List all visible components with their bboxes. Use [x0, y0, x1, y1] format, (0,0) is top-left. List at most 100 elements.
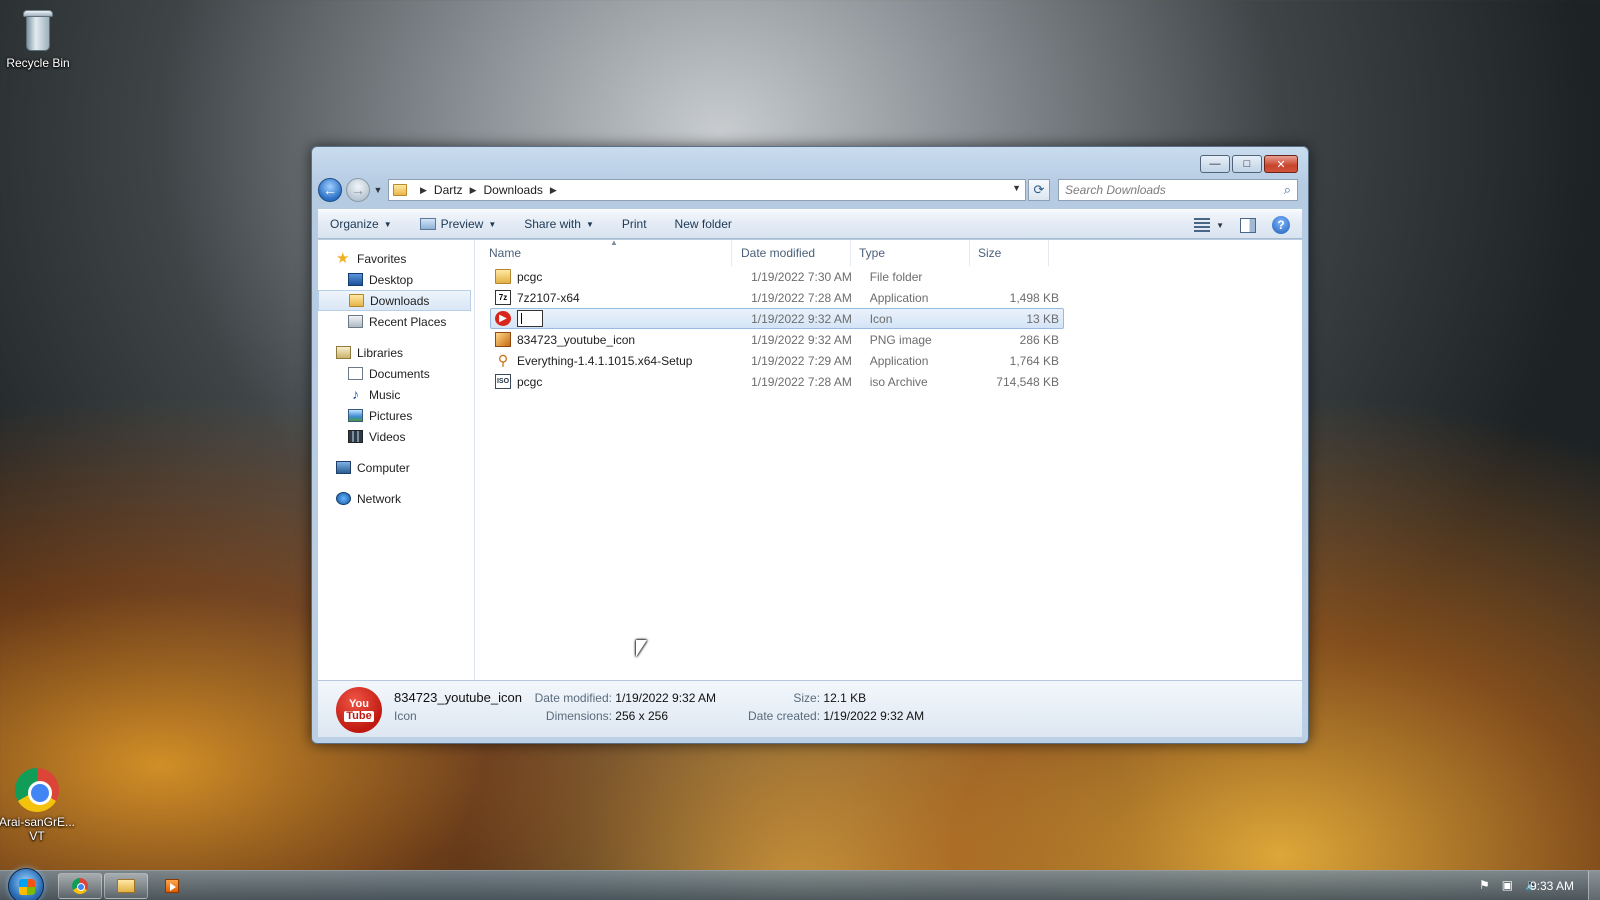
nav-documents[interactable]: Documents — [318, 363, 474, 384]
back-button[interactable]: ← — [318, 178, 342, 202]
file-date: 1/19/2022 9:32 AM — [751, 311, 852, 326]
details-view-icon — [1194, 218, 1211, 232]
network-icon — [336, 492, 351, 505]
close-button[interactable]: ✕ — [1264, 155, 1298, 173]
nav-downloads[interactable]: Downloads — [318, 290, 471, 311]
minimize-button[interactable]: — — [1200, 155, 1230, 173]
preview-pane-icon[interactable] — [1240, 217, 1256, 233]
nav-recent-places[interactable]: Recent Places — [318, 311, 474, 332]
chevron-right-icon[interactable]: ▶ — [420, 185, 427, 196]
file-date: 1/19/2022 7:29 AM — [751, 353, 852, 368]
file-row[interactable]: pcgc 1/19/2022 7:30 AM File folder — [490, 266, 1064, 287]
desktop-icon-recycle-bin[interactable]: Recycle Bin — [0, 10, 78, 70]
file-date: 1/19/2022 9:32 AM — [751, 332, 852, 347]
file-name: pcgc — [517, 374, 543, 389]
everything-search-icon: ⚲ — [497, 352, 509, 368]
share-with-label: Share with — [524, 217, 581, 231]
taskbar-chrome-button[interactable] — [58, 873, 102, 899]
column-header-name[interactable]: Name — [475, 240, 732, 266]
file-row[interactable]: ⚲ Everything-1.4.1.1015.x64-Setup 1/19/20… — [490, 350, 1064, 371]
nav-label: Recent Places — [369, 314, 447, 329]
forward-button[interactable]: → — [346, 178, 370, 202]
file-date: 1/19/2022 7:30 AM — [751, 269, 852, 284]
breadcrumb-dartz[interactable]: Dartz — [434, 183, 463, 197]
column-header-date-modified[interactable]: Date modified — [732, 240, 851, 266]
taskbar: ⚑ ▣ 🔈 9:33 AM — [0, 868, 1600, 900]
column-header-size[interactable]: Size — [970, 240, 1049, 266]
chevron-right-icon[interactable]: ▶ — [550, 185, 557, 196]
documents-icon — [348, 367, 363, 380]
show-desktop-button[interactable] — [1588, 871, 1600, 900]
file-list: Name ▲ Date modified Type Size pcgc 1/19… — [475, 238, 1302, 680]
nav-label: Downloads — [370, 293, 430, 308]
print-button[interactable]: Print — [622, 217, 647, 231]
desktop-icon-chrome-shortcut[interactable]: Arai-sanGrE... VT — [0, 768, 77, 843]
chevron-down-icon: ▼ — [585, 219, 594, 229]
pictures-icon — [348, 409, 363, 422]
file-type: iso Archive — [869, 374, 928, 389]
preview-button[interactable]: Preview ▼ — [419, 217, 497, 231]
address-bar[interactable]: ▶ Dartz ▶ Downloads ▶ ▼ — [388, 179, 1026, 201]
chrome-shortcut-icon — [15, 768, 59, 812]
network-icon[interactable]: ▣ — [1502, 878, 1513, 892]
nav-label: Music — [369, 387, 401, 402]
breadcrumb-downloads[interactable]: Downloads — [484, 183, 543, 197]
taskbar-clock[interactable]: 9:33 AM — [1530, 879, 1574, 893]
youtube-thumbnail-icon: You Tube — [336, 687, 382, 733]
nav-desktop[interactable]: Desktop — [318, 269, 474, 290]
details-dimensions-label: Dimensions: — [545, 709, 612, 723]
organize-button[interactable]: Organize ▼ — [330, 217, 392, 231]
file-row[interactable]: 834723_youtube_icon 1/19/2022 9:32 AM PN… — [490, 329, 1064, 350]
share-with-button[interactable]: Share with ▼ — [524, 217, 594, 231]
help-icon[interactable]: ? — [1272, 216, 1290, 234]
details-date-modified: 1/19/2022 9:32 AM — [615, 691, 717, 705]
details-size: 12.1 KB — [823, 691, 867, 705]
flag-icon[interactable]: ⚑ — [1479, 878, 1490, 892]
libraries-icon — [336, 346, 351, 359]
recycle-bin-icon — [21, 10, 55, 52]
search-input[interactable]: Search Downloads ⌕ — [1058, 179, 1298, 201]
file-type: PNG image — [869, 332, 932, 347]
downloads-folder-icon — [349, 294, 364, 307]
file-row-selected[interactable]: ▶ 1/19/2022 9:32 AM Icon 13 KB — [490, 308, 1064, 329]
nav-videos[interactable]: Videos — [318, 426, 474, 447]
nav-favorites[interactable]: ★ Favorites — [318, 248, 474, 269]
nav-pictures[interactable]: Pictures — [318, 405, 474, 426]
file-size: 1,498 KB — [1009, 290, 1060, 305]
file-type: Icon — [869, 311, 893, 326]
arrow-right-icon: → — [351, 182, 365, 198]
taskbar-media-button[interactable] — [150, 873, 194, 899]
file-size: 13 KB — [1026, 311, 1060, 326]
star-icon: ★ — [336, 250, 350, 267]
recent-pages-dropdown[interactable]: ▼ — [372, 185, 384, 195]
nav-music[interactable]: ♪ Music — [318, 384, 474, 405]
chrome-icon — [72, 878, 88, 894]
media-player-icon — [165, 879, 179, 893]
desktop-icon-label-line2: VT — [29, 829, 45, 843]
rename-input[interactable] — [517, 310, 543, 327]
nav-label: Computer — [357, 460, 410, 475]
thumbnail-text-bottom: Tube — [344, 709, 374, 722]
explorer-window: — □ ✕ ← → ▼ ▶ Dartz ▶ Downloads ▶ ▼ ⟳ Se… — [311, 146, 1309, 744]
nav-network[interactable]: Network — [318, 488, 474, 509]
file-row[interactable]: 7z 7z2107-x64 1/19/2022 7:28 AM Applicati… — [490, 287, 1064, 308]
maximize-button[interactable]: □ — [1232, 155, 1262, 173]
file-row[interactable]: ISO pcgc 1/19/2022 7:28 AM iso Archive 71… — [490, 371, 1064, 392]
start-button[interactable] — [8, 868, 44, 900]
change-view-button[interactable]: ▼ — [1194, 218, 1224, 232]
caption-buttons: — □ ✕ — [1200, 155, 1298, 173]
chevron-down-icon: ▼ — [488, 219, 497, 229]
column-header-type[interactable]: Type — [851, 240, 970, 266]
taskbar-explorer-button[interactable] — [104, 873, 148, 899]
chevron-right-icon[interactable]: ▶ — [470, 185, 477, 196]
nav-libraries[interactable]: Libraries — [318, 342, 474, 363]
search-icon[interactable]: ⌕ — [1284, 182, 1291, 198]
videos-icon — [348, 430, 363, 443]
recent-places-icon — [348, 315, 363, 328]
explorer-icon — [117, 879, 135, 893]
new-folder-button[interactable]: New folder — [675, 217, 732, 231]
address-dropdown-icon[interactable]: ▼ — [1012, 183, 1021, 193]
7zip-app-icon: 7z — [495, 290, 511, 305]
refresh-button[interactable]: ⟳ — [1028, 179, 1050, 201]
nav-computer[interactable]: Computer — [318, 457, 474, 478]
